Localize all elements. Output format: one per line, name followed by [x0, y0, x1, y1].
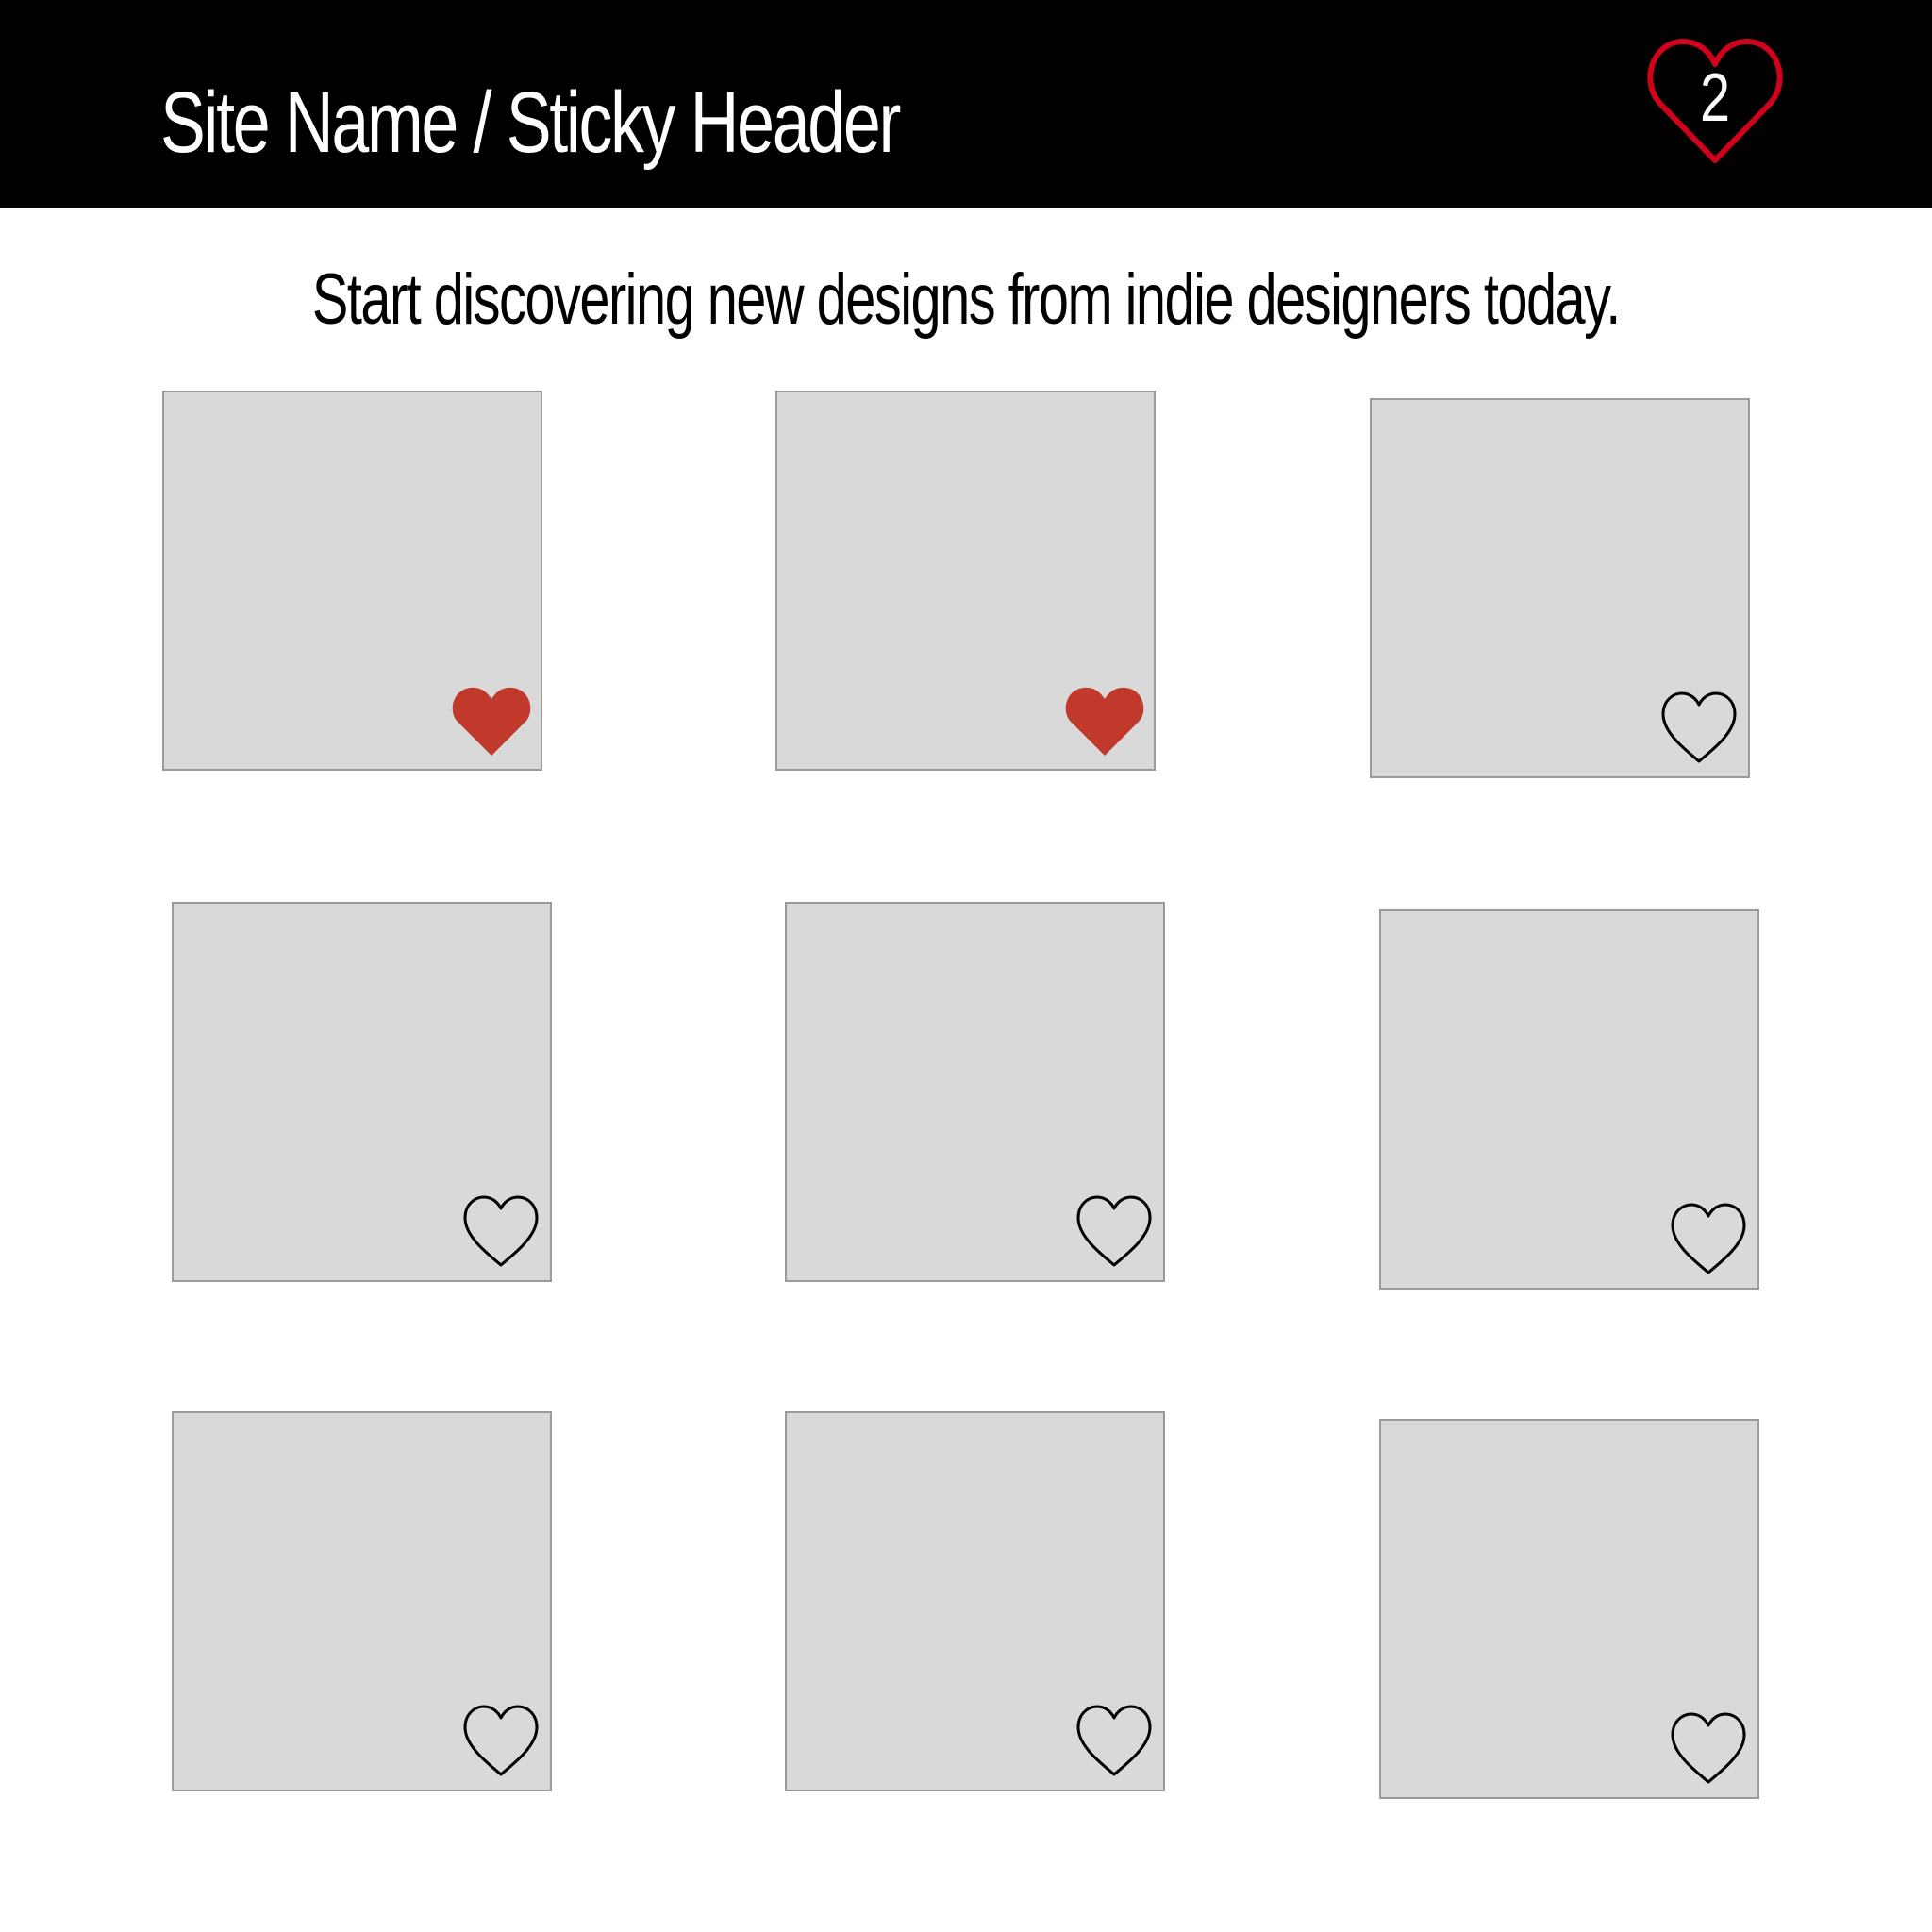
favorite-button[interactable] [1667, 1199, 1750, 1278]
heart-filled-icon [1065, 687, 1144, 756]
favorite-button[interactable] [1657, 688, 1740, 767]
heart-outline-icon [1671, 1712, 1746, 1784]
heart-outline-icon [1076, 1195, 1152, 1267]
unfavorite-button[interactable] [1063, 680, 1146, 759]
favorite-button[interactable] [459, 1701, 542, 1780]
favorite-button[interactable] [1073, 1191, 1156, 1271]
design-card[interactable] [1370, 398, 1750, 778]
design-card[interactable] [172, 902, 552, 1282]
design-card[interactable] [1379, 1419, 1759, 1799]
heart-outline-icon [1671, 1203, 1746, 1274]
favorite-button[interactable] [459, 1191, 542, 1271]
heart-outline-icon [463, 1195, 539, 1267]
design-card[interactable] [775, 391, 1156, 771]
design-card[interactable] [162, 391, 542, 771]
design-card[interactable] [785, 1411, 1165, 1791]
heart-filled-icon [452, 687, 531, 756]
favorite-button[interactable] [1073, 1701, 1156, 1780]
design-card[interactable] [172, 1411, 552, 1791]
favorite-button[interactable] [1667, 1708, 1750, 1788]
heart-outline-icon [1661, 691, 1737, 763]
design-card[interactable] [1379, 909, 1759, 1290]
heart-outline-icon [463, 1705, 539, 1776]
unfavorite-button[interactable] [450, 680, 533, 759]
design-card[interactable] [785, 902, 1165, 1282]
heart-outline-icon [1076, 1705, 1152, 1776]
design-grid [0, 0, 1932, 1932]
